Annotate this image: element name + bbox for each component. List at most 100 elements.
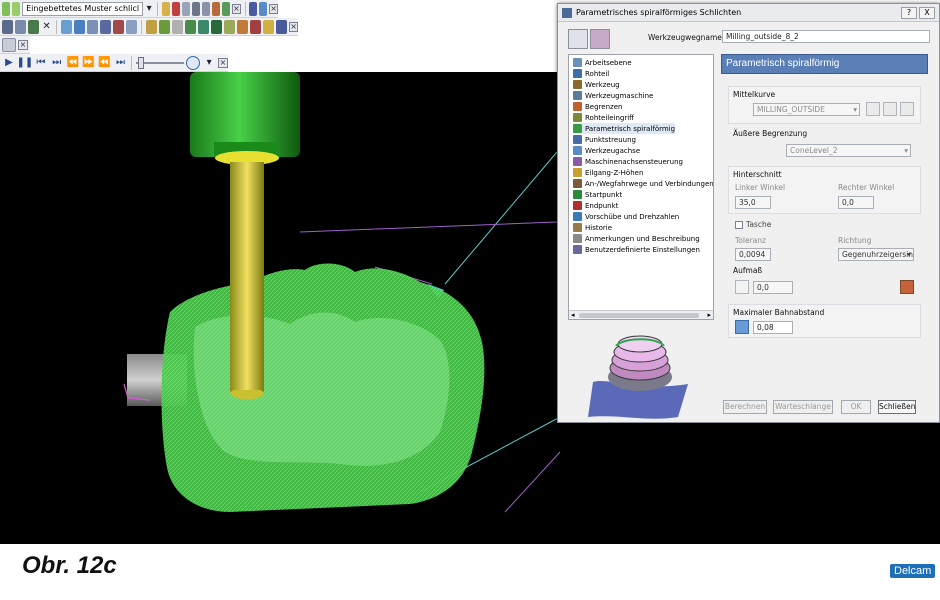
tree-item[interactable]: Maschinenachsensteuerung xyxy=(573,156,683,167)
select-curve-icon[interactable] xyxy=(866,102,880,116)
skip-end-icon[interactable]: ⏭ xyxy=(114,56,128,70)
tree-item[interactable]: Begrenzen xyxy=(573,101,622,112)
edit-curve-icon[interactable] xyxy=(883,102,897,116)
leader-line xyxy=(299,221,558,233)
tool-icon[interactable] xyxy=(161,1,170,16)
tree-item[interactable]: Parametrisch spiralförmig xyxy=(573,123,676,134)
toolpath-icon-3[interactable] xyxy=(86,19,98,34)
cancel-icon[interactable]: ✕ xyxy=(41,20,52,34)
ruler-icon[interactable] xyxy=(201,1,210,16)
toleranz-input[interactable]: 0,0094 xyxy=(735,248,771,261)
tree-scrollbar[interactable]: ◂ ▸ xyxy=(569,310,713,319)
close-icon-2[interactable]: × xyxy=(269,3,278,14)
pattern-icon-2[interactable] xyxy=(12,1,21,16)
scroll-left-icon[interactable]: ◂ xyxy=(571,311,575,319)
toolpath-icon-4[interactable] xyxy=(100,19,112,34)
schliessen-button[interactable]: Schließen xyxy=(878,400,916,414)
cross-icon[interactable] xyxy=(221,1,230,16)
close-icon-5[interactable]: × xyxy=(218,57,228,68)
skip-back-icon[interactable]: ⏪ xyxy=(98,56,112,70)
fast-forward-icon[interactable]: ⏩ xyxy=(82,56,96,70)
cut-icon[interactable] xyxy=(171,1,180,16)
aufmass-icon[interactable] xyxy=(735,280,749,294)
drill-icon[interactable] xyxy=(158,19,170,34)
chevron-down-icon-2[interactable]: ▾ xyxy=(202,56,216,70)
aeussere-begrenzung-select[interactable]: ConeLevel_2 ▾ xyxy=(786,144,911,157)
tool-icon-9[interactable] xyxy=(263,19,275,34)
pattern-combo[interactable]: Eingebettetes Muster schlicl xyxy=(22,1,144,16)
toolpath-icon-2[interactable] xyxy=(73,19,85,34)
stepover-icon[interactable] xyxy=(735,320,749,334)
tree-item[interactable]: Werkzeugachse xyxy=(573,145,640,156)
close-icon-4[interactable]: × xyxy=(18,39,28,50)
table-icon[interactable] xyxy=(181,1,190,16)
strategy-icon-1[interactable] xyxy=(568,29,588,49)
scroll-right-icon[interactable]: ▸ xyxy=(707,311,711,319)
strategy-icon-2[interactable] xyxy=(590,29,610,49)
tool-icon-4[interactable] xyxy=(198,19,210,34)
pause-icon[interactable]: ❚❚ xyxy=(17,56,34,70)
scissors-icon[interactable] xyxy=(211,1,220,16)
tool-icon-10[interactable] xyxy=(276,19,288,34)
linker-winkel-input[interactable]: 35,0 xyxy=(735,196,771,209)
tool-icon-6[interactable] xyxy=(224,19,236,34)
toolpath-icon-6[interactable] xyxy=(126,19,138,34)
delete-curve-icon[interactable] xyxy=(900,102,914,116)
tree-item[interactable]: Anmerkungen und Beschreibung xyxy=(573,233,700,244)
toolpath-icon-5[interactable] xyxy=(113,19,125,34)
tree-item[interactable]: Arbeitsebene xyxy=(573,57,632,68)
tool-icon-2[interactable] xyxy=(145,19,157,34)
speed-slider[interactable] xyxy=(136,56,185,69)
tree-item[interactable]: Punktstreuung xyxy=(573,134,636,145)
clock-icon[interactable] xyxy=(28,19,40,34)
close-icon-3[interactable]: × xyxy=(289,21,298,32)
tree-item[interactable]: Endpunkt xyxy=(573,200,618,211)
mittelkurve-select[interactable]: MILLING_OUTSIDE ▾ xyxy=(753,103,860,116)
tool-icon-5[interactable] xyxy=(211,19,223,34)
close-icon[interactable]: × xyxy=(231,3,241,14)
tree-item[interactable]: Rohteil xyxy=(573,68,609,79)
help-button[interactable]: ? xyxy=(901,6,917,19)
settings-icon[interactable] xyxy=(259,1,268,16)
tree-item[interactable]: An-/Wegfahrwege und Verbindungen xyxy=(573,178,713,189)
tool-icon-8[interactable] xyxy=(250,19,262,34)
play-icon[interactable]: ▶ xyxy=(2,56,16,70)
clock-icon-2[interactable] xyxy=(186,55,201,70)
calculator-icon[interactable] xyxy=(191,1,200,16)
tree-item[interactable]: Rohteileingriff xyxy=(573,112,634,123)
rechter-winkel-input[interactable]: 0,0 xyxy=(838,196,874,209)
pattern-icon[interactable] xyxy=(2,1,11,16)
tree-item[interactable]: Werkzeugmaschine xyxy=(573,90,653,101)
aufmass-input[interactable]: 0,0 xyxy=(753,281,793,294)
layers-icon[interactable] xyxy=(15,19,27,34)
bahnabstand-input[interactable]: 0,08 xyxy=(753,321,793,334)
step-back-icon[interactable]: ⏮ xyxy=(34,56,48,70)
tree-item[interactable]: Vorschübe und Drehzahlen xyxy=(573,211,679,222)
close-button[interactable]: X xyxy=(919,6,935,19)
table-view-icon[interactable] xyxy=(2,37,16,52)
chevron-down-icon[interactable]: ▾ xyxy=(145,2,153,16)
step-forward-icon[interactable]: ⏭ xyxy=(50,56,64,70)
tree-item[interactable]: Startpunkt xyxy=(573,189,622,200)
richtung-select[interactable]: Gegenuhrzeigersin ▾ xyxy=(838,248,914,261)
rewind-icon[interactable]: ⏪ xyxy=(66,56,80,70)
berechnen-button[interactable]: Berechnen xyxy=(723,400,767,414)
tree-item[interactable]: Historie xyxy=(573,222,612,233)
tree-item[interactable]: Benutzerdefinierte Einstellungen xyxy=(573,244,700,255)
component-thickness-icon[interactable] xyxy=(900,280,914,294)
tool-icon-3[interactable] xyxy=(184,19,196,34)
tool-icon-7[interactable] xyxy=(237,19,249,34)
edit-icon[interactable] xyxy=(171,19,183,34)
glasses-icon[interactable] xyxy=(249,1,258,16)
toolpath-name-input[interactable]: Milling_outside_8_2 xyxy=(722,30,930,43)
tree-item[interactable]: Eilgang-Z-Höhen xyxy=(573,167,643,178)
tree-item-label: Werkzeugmaschine xyxy=(585,91,654,100)
speed-slider-handle[interactable] xyxy=(138,56,145,69)
tasche-checkbox[interactable] xyxy=(735,221,743,229)
grid-icon[interactable] xyxy=(2,19,14,34)
warteschlange-button[interactable]: Warteschlange xyxy=(773,400,833,414)
tree-item[interactable]: Werkzeug xyxy=(573,79,620,90)
scroll-thumb[interactable] xyxy=(579,313,699,318)
toolpath-icon-1[interactable] xyxy=(60,19,72,34)
ok-button[interactable]: OK xyxy=(841,400,871,414)
